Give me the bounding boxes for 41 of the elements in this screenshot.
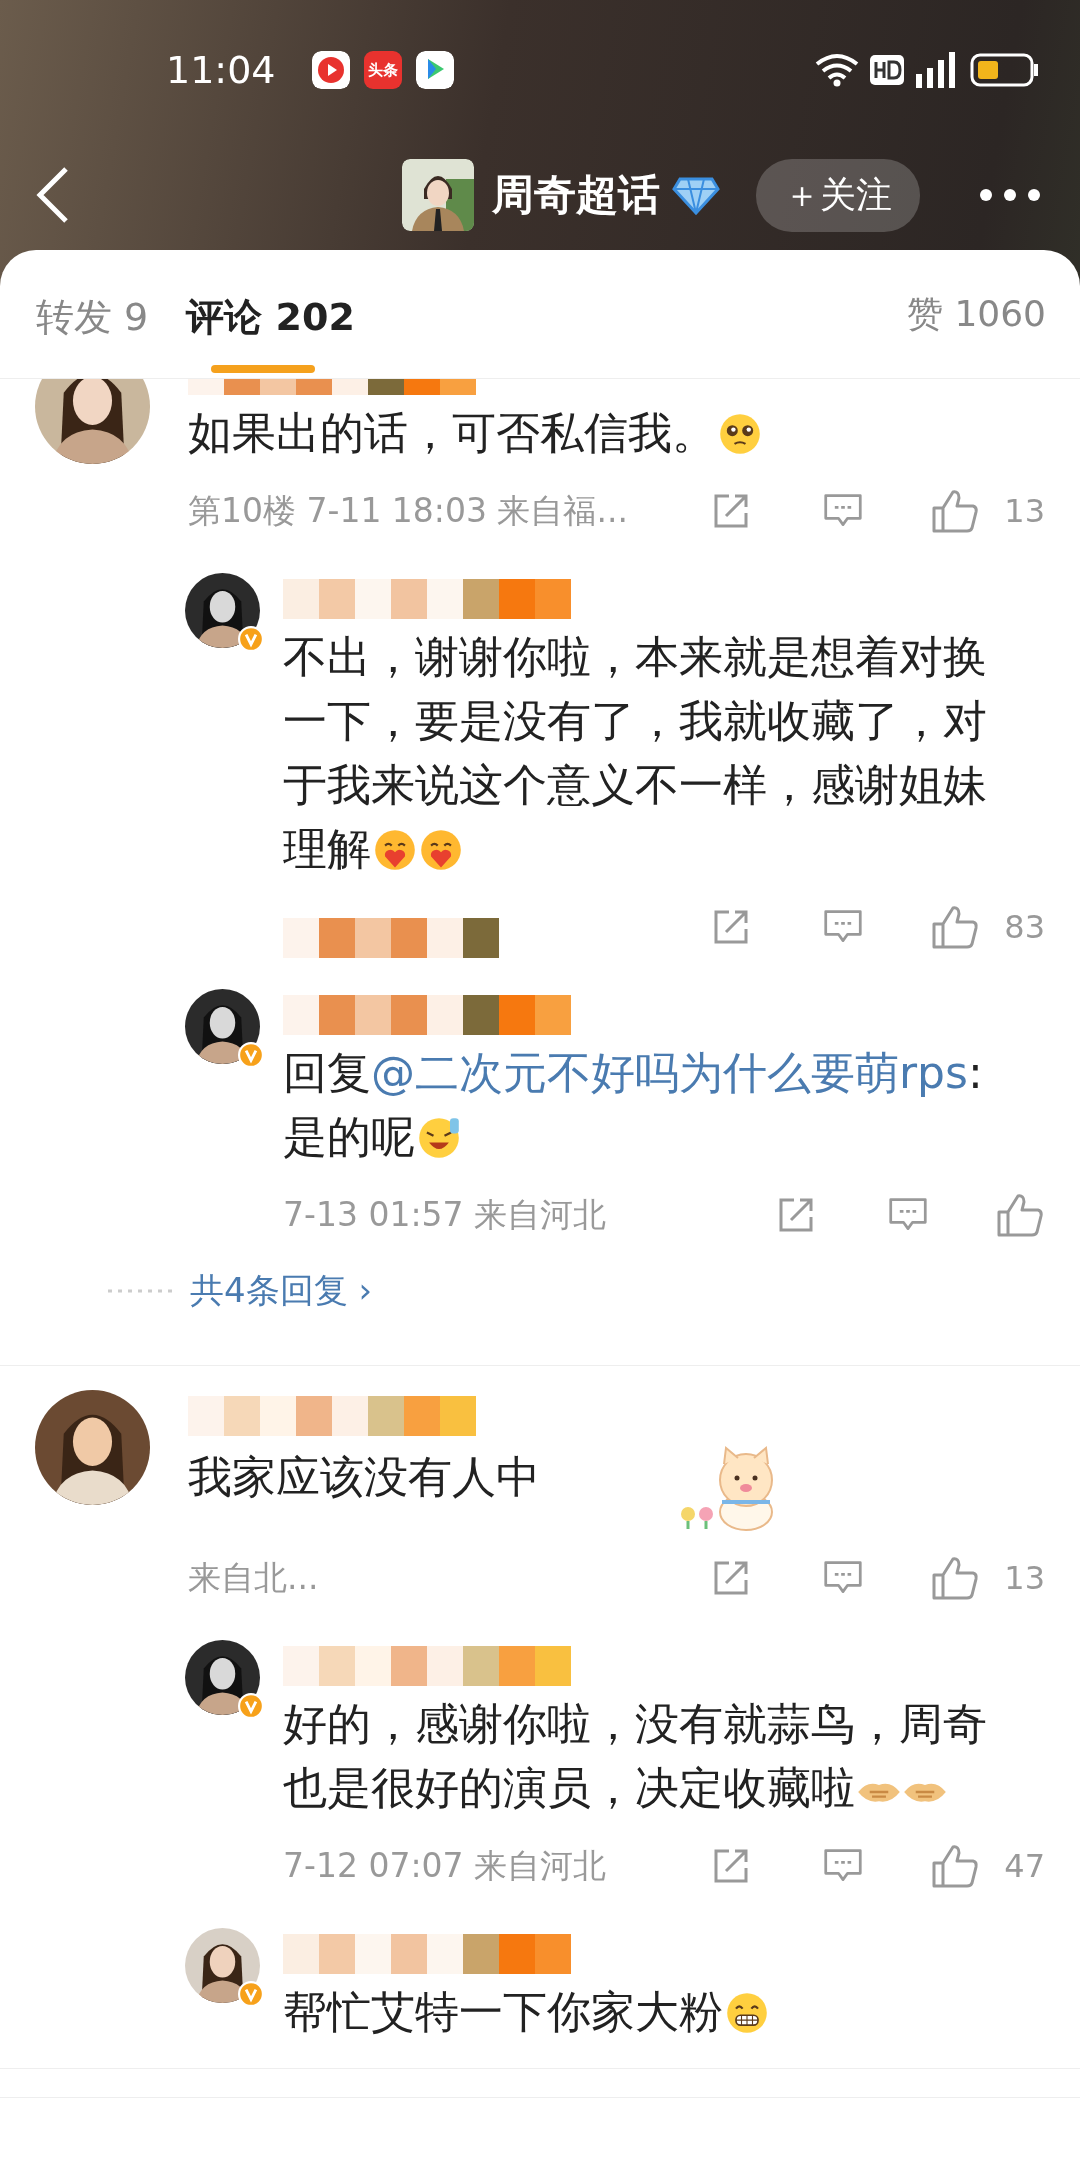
- reply-text: 帮忙艾特一下你家大粉: [283, 1980, 1018, 2044]
- tv-app-icon: [415, 51, 454, 89]
- comment-text: 我家应该没有人中: [188, 1442, 1050, 1532]
- more-icon[interactable]: [978, 187, 1042, 203]
- more-replies-link[interactable]: 共4条回复 ›: [190, 1268, 373, 1314]
- emoji-icon: [373, 828, 417, 872]
- tab[interactable]: 转发 9: [36, 265, 149, 373]
- hd-icon: [870, 55, 904, 85]
- diamond-icon: [672, 175, 720, 215]
- thumbs-up-icon[interactable]: [931, 488, 979, 534]
- emoji-icon: [417, 1116, 461, 1160]
- comment-meta: 7-12 07:07 来自河北: [283, 1844, 607, 1887]
- like-count: 13: [1003, 492, 1045, 530]
- thumbs-up-icon[interactable]: [931, 1555, 979, 1601]
- reply-text: 回复@二次元不好吗为什么要萌rps:是的呢: [283, 1046, 984, 1164]
- tab[interactable]: 评论 202: [186, 265, 355, 373]
- avatar[interactable]: [402, 159, 474, 231]
- follow-button[interactable]: ＋关注: [756, 158, 920, 232]
- topic-title: 周奇超话: [492, 169, 660, 221]
- battery-icon: [970, 53, 1040, 87]
- wifi-icon: [814, 52, 860, 88]
- reply-text: 好的，感谢你啦，没有就蒜鸟，周奇也是很好的演员，决定收藏啦: [283, 1697, 988, 1815]
- comment-text: 如果出的话，可否私信我。: [188, 401, 1050, 465]
- clock: 11:04: [166, 48, 276, 92]
- news-app-icon: 头条: [363, 51, 402, 89]
- mention-link[interactable]: @二次元不好吗为什么要萌rps: [371, 1047, 968, 1098]
- reply-text: 不出，谢谢你啦，本来就是想着对换一下，要是没有了，我就收藏了，对于我来说这个意义不一样，感谢姐妹理解: [283, 630, 988, 876]
- thumbs-up-icon[interactable]: [996, 1192, 1044, 1238]
- like-count: 83: [1003, 908, 1045, 946]
- thumbs-up-icon[interactable]: [931, 1843, 979, 1889]
- emoji-icon: [419, 828, 463, 872]
- comment-meta: 第10楼 7-11 18:03 来自福...: [188, 489, 629, 532]
- like-count: 47: [1003, 1847, 1045, 1885]
- like-count: 13: [1003, 1559, 1045, 1597]
- comment-meta: 7-13 01:57 来自河北: [283, 1193, 607, 1236]
- thumbs-up-icon[interactable]: [931, 904, 979, 950]
- comment-meta: 来自北...: [188, 1556, 320, 1599]
- emoji-icon: [718, 412, 762, 456]
- emoji-icon: [725, 1991, 769, 2035]
- like-total: 赞 1060: [906, 291, 1046, 336]
- video-app-icon: [311, 51, 350, 89]
